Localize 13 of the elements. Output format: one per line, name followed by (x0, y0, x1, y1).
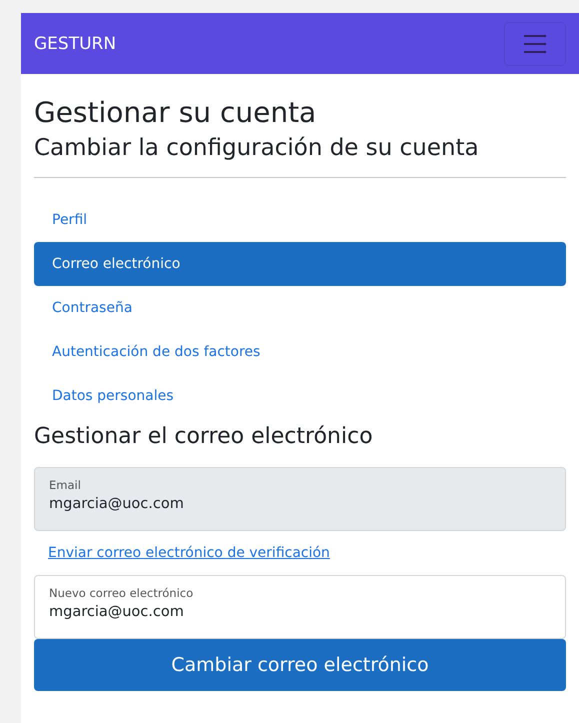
new-email-field[interactable]: Nuevo correo electrónico mgarcia@uoc.com (34, 575, 566, 639)
brand-link[interactable]: GESTURN (34, 34, 116, 54)
page-subtitle: Cambiar la configuración de su cuenta (34, 135, 480, 161)
section-title: Gestionar el correo electrónico (34, 424, 374, 449)
nav-link[interactable]: Perfil (34, 198, 566, 242)
nav-link[interactable]: Datos personales (34, 374, 566, 418)
menu-button[interactable] (504, 22, 566, 66)
verification-link[interactable]: Enviar correo electrónico de verificación (48, 545, 330, 561)
nav-link[interactable]: Autenticación de dos factores (34, 330, 566, 374)
nav-link[interactable]: Contraseña (34, 286, 566, 330)
page-title: Gestionar su cuenta (34, 96, 318, 129)
nav-link[interactable]: Correo electrónico (34, 242, 566, 286)
submit-button[interactable]: Cambiar correo electrónico (34, 639, 566, 691)
